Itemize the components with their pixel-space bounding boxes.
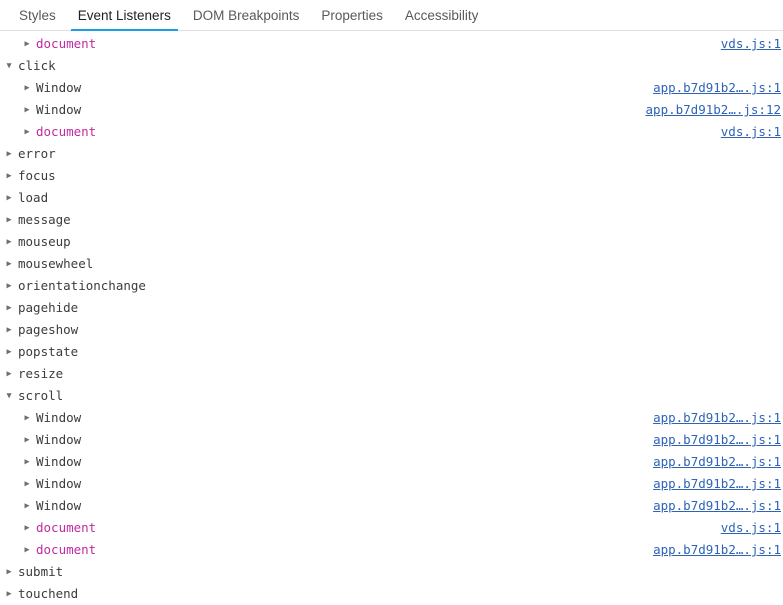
listener-row[interactable]: ▶ Window app.b7d91b2….js:1 — [0, 495, 783, 517]
event-type-row[interactable]: ▶ focus — [0, 165, 783, 187]
triangle-right-icon[interactable]: ▶ — [3, 319, 15, 341]
triangle-right-icon[interactable]: ▶ — [21, 539, 33, 561]
listener-row[interactable]: ▶ Window app.b7d91b2….js:1 — [0, 429, 783, 451]
event-type-label: touchend — [18, 586, 79, 601]
listener-target-label: document — [36, 124, 97, 139]
listener-row[interactable]: ▶ document vds.js:1 — [0, 517, 783, 539]
event-type-label: submit — [18, 564, 64, 579]
tab-dom-breakpoints[interactable]: DOM Breakpoints — [182, 0, 311, 31]
triangle-right-icon[interactable]: ▶ — [3, 583, 15, 605]
source-location-link[interactable]: app.b7d91b2….js:1 — [653, 429, 781, 451]
listener-row[interactable]: ▶ Window app.b7d91b2….js:1 — [0, 473, 783, 495]
listener-target-label: Window — [36, 454, 82, 469]
listener-row[interactable]: ▶ Window app.b7d91b2….js:1 — [0, 407, 783, 429]
event-type-row[interactable]: ▶ orientationchange — [0, 275, 783, 297]
event-type-label: pageshow — [18, 322, 79, 337]
listener-target-label: Window — [36, 476, 82, 491]
event-type-row[interactable]: ▶ touchend — [0, 583, 783, 605]
triangle-down-icon[interactable]: ▼ — [3, 385, 15, 407]
triangle-right-icon[interactable]: ▶ — [3, 187, 15, 209]
tab-properties[interactable]: Properties — [310, 0, 394, 31]
event-type-row[interactable]: ▼ scroll — [0, 385, 783, 407]
source-location-link[interactable]: app.b7d91b2….js:1 — [653, 539, 781, 561]
event-type-label: pagehide — [18, 300, 79, 315]
event-type-row[interactable]: ▶ error — [0, 143, 783, 165]
triangle-right-icon[interactable]: ▶ — [21, 429, 33, 451]
source-location-link[interactable]: app.b7d91b2….js:1 — [653, 77, 781, 99]
triangle-right-icon[interactable]: ▶ — [3, 165, 15, 187]
event-type-row[interactable]: ▶ resize — [0, 363, 783, 385]
listener-row[interactable]: ▶ document vds.js:1 — [0, 33, 783, 55]
listener-target-label: document — [36, 36, 97, 51]
event-type-label: orientationchange — [18, 278, 146, 293]
source-location-link[interactable]: vds.js:1 — [721, 517, 781, 539]
event-type-row[interactable]: ▶ mouseup — [0, 231, 783, 253]
source-location-link[interactable]: app.b7d91b2….js:1 — [653, 407, 781, 429]
event-type-label: scroll — [18, 388, 64, 403]
triangle-right-icon[interactable]: ▶ — [21, 517, 33, 539]
event-type-label: mousewheel — [18, 256, 94, 271]
event-type-row[interactable]: ▶ popstate — [0, 341, 783, 363]
triangle-right-icon[interactable]: ▶ — [3, 341, 15, 363]
triangle-right-icon[interactable]: ▶ — [3, 297, 15, 319]
triangle-down-icon[interactable]: ▼ — [3, 55, 15, 77]
listener-row[interactable]: ▶ document vds.js:1 — [0, 121, 783, 143]
listener-target-label: document — [36, 542, 97, 557]
triangle-right-icon[interactable]: ▶ — [21, 407, 33, 429]
event-type-label: click — [18, 58, 56, 73]
triangle-right-icon[interactable]: ▶ — [3, 275, 15, 297]
triangle-right-icon[interactable]: ▶ — [3, 143, 15, 165]
event-type-row[interactable]: ▶ load — [0, 187, 783, 209]
tab-event-listeners[interactable]: Event Listeners — [67, 0, 182, 31]
triangle-right-icon[interactable]: ▶ — [3, 231, 15, 253]
triangle-right-icon[interactable]: ▶ — [21, 451, 33, 473]
triangle-right-icon[interactable]: ▶ — [3, 253, 15, 275]
listener-target-label: Window — [36, 432, 82, 447]
event-type-label: message — [18, 212, 71, 227]
listener-target-label: Window — [36, 102, 82, 117]
source-location-link[interactable]: app.b7d91b2….js:1 — [653, 495, 781, 517]
event-type-label: focus — [18, 168, 56, 183]
source-location-link[interactable]: app.b7d91b2….js:12 — [646, 99, 781, 121]
listener-target-label: Window — [36, 410, 82, 425]
event-type-row[interactable]: ▶ message — [0, 209, 783, 231]
listener-target-label: document — [36, 520, 97, 535]
listener-row[interactable]: ▶ document app.b7d91b2….js:1 — [0, 539, 783, 561]
event-listeners-tree: ▶ document vds.js:1 ▼ click ▶ Window app.b7d91b… — [0, 31, 783, 605]
tab-accessibility[interactable]: Accessibility — [394, 0, 490, 31]
source-location-link[interactable]: app.b7d91b2….js:1 — [653, 451, 781, 473]
triangle-right-icon[interactable]: ▶ — [21, 473, 33, 495]
tab-styles[interactable]: Styles — [8, 0, 67, 31]
triangle-right-icon[interactable]: ▶ — [3, 561, 15, 583]
devtools-tab-bar: Styles Event Listeners DOM Breakpoints Prop… — [0, 0, 783, 31]
event-type-row[interactable]: ▶ submit — [0, 561, 783, 583]
triangle-right-icon[interactable]: ▶ — [3, 363, 15, 385]
source-location-link[interactable]: app.b7d91b2….js:1 — [653, 473, 781, 495]
listener-target-label: Window — [36, 80, 82, 95]
event-type-row[interactable]: ▶ pagehide — [0, 297, 783, 319]
triangle-right-icon[interactable]: ▶ — [21, 495, 33, 517]
triangle-right-icon[interactable]: ▶ — [21, 33, 33, 55]
listener-row[interactable]: ▶ Window app.b7d91b2….js:1 — [0, 77, 783, 99]
triangle-right-icon[interactable]: ▶ — [21, 99, 33, 121]
triangle-right-icon[interactable]: ▶ — [21, 77, 33, 99]
event-type-label: popstate — [18, 344, 79, 359]
listener-row[interactable]: ▶ Window app.b7d91b2….js:1 — [0, 451, 783, 473]
listener-row[interactable]: ▶ Window app.b7d91b2….js:12 — [0, 99, 783, 121]
event-type-label: error — [18, 146, 56, 161]
event-type-label: resize — [18, 366, 64, 381]
event-type-row[interactable]: ▶ pageshow — [0, 319, 783, 341]
event-type-label: mouseup — [18, 234, 71, 249]
source-location-link[interactable]: vds.js:1 — [721, 121, 781, 143]
source-location-link[interactable]: vds.js:1 — [721, 33, 781, 55]
event-type-row[interactable]: ▼ click — [0, 55, 783, 77]
listener-target-label: Window — [36, 498, 82, 513]
event-type-row[interactable]: ▶ mousewheel — [0, 253, 783, 275]
event-type-label: load — [18, 190, 49, 205]
triangle-right-icon[interactable]: ▶ — [21, 121, 33, 143]
triangle-right-icon[interactable]: ▶ — [3, 209, 15, 231]
